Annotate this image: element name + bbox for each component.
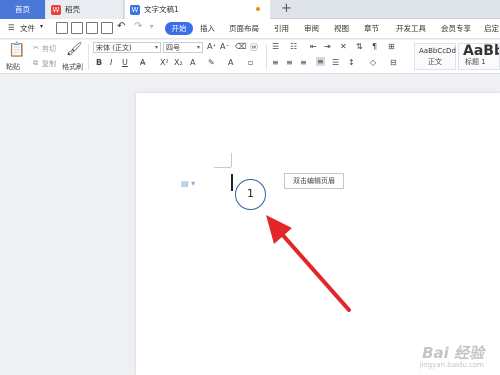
watermark-url: jingyan.baidu.com: [419, 361, 484, 369]
red-arrow-annotation: [266, 215, 351, 312]
baidu-watermark: Bai 经验 jingyan.baidu.com: [419, 342, 484, 369]
watermark-brand: Bai 经验: [422, 344, 484, 362]
